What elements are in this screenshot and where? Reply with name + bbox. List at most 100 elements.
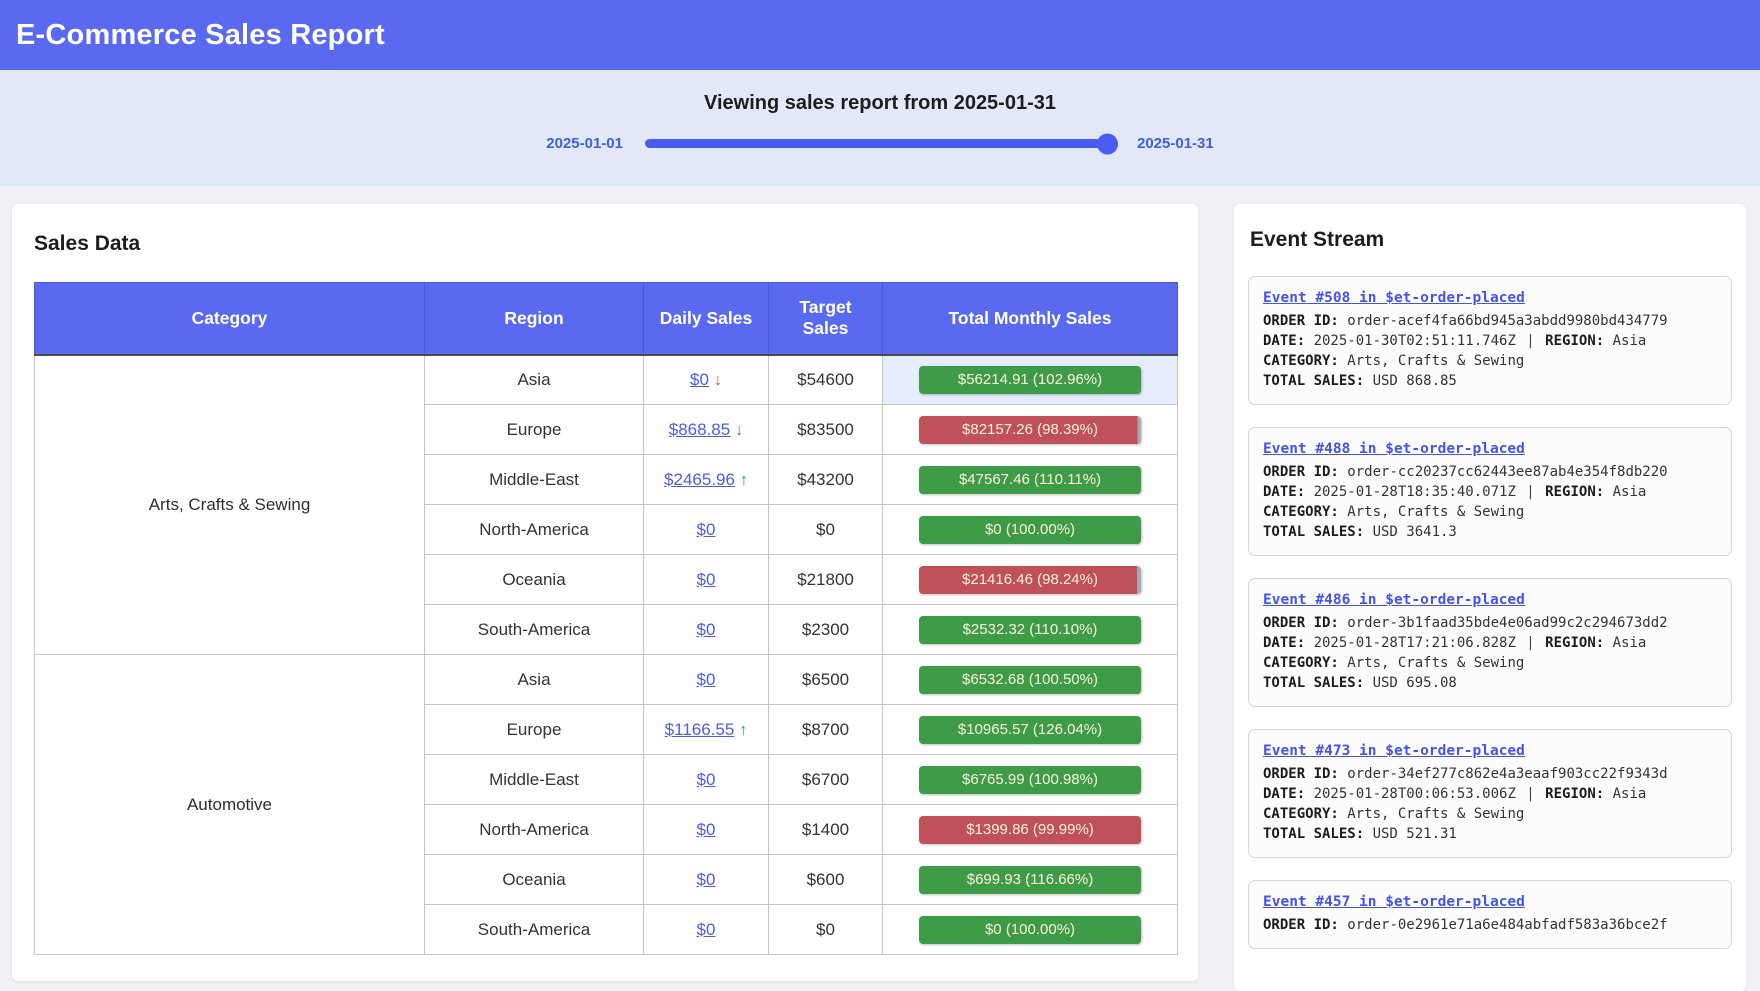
target-sales-cell: $8700	[769, 705, 883, 755]
date-value: 2025-01-28T17:21:06.828Z	[1314, 635, 1516, 651]
total-monthly-sales-cell: $82157.26 (98.39%)	[883, 405, 1178, 455]
daily-sales-link[interactable]: $0	[697, 920, 716, 939]
date-label: DATE:	[1263, 635, 1314, 651]
app-header: E-Commerce Sales Report	[0, 0, 1760, 70]
total-sales-value: USD 521.31	[1373, 826, 1457, 842]
event-detail-line: ORDER ID: order-cc20237cc62443ee87ab4e35…	[1263, 462, 1717, 482]
monthly-sales-badge: $82157.26 (98.39%)	[919, 416, 1141, 444]
event-detail-line: ORDER ID: order-0e2961e71a6e484abfadf583…	[1263, 915, 1717, 935]
order-id-value: order-acef4fa66bd945a3abdd9980bd434779	[1347, 313, 1667, 329]
order-id-label: ORDER ID:	[1263, 464, 1347, 480]
total-monthly-sales-cell: $47567.46 (110.11%)	[883, 455, 1178, 505]
daily-sales-link[interactable]: $2465.96	[664, 470, 735, 489]
trend-down-icon: ↓	[735, 422, 743, 439]
event-detail-line: TOTAL SALES: USD 868.85	[1263, 371, 1717, 391]
column-header-region: Region	[425, 283, 644, 355]
event-card: Event #473 in $et-order-placedORDER ID: …	[1248, 729, 1732, 858]
column-header-target-sales: Target Sales	[769, 283, 883, 355]
event-link[interactable]: Event #488 in $et-order-placed	[1263, 439, 1525, 459]
region-value: Asia	[1613, 635, 1647, 651]
trend-up-icon: ↑	[739, 722, 747, 739]
slider-max-label: 2025-01-31	[1137, 135, 1214, 152]
daily-sales-link[interactable]: $868.85	[669, 420, 730, 439]
sales-data-panel: Sales Data Category Region Daily Sales T…	[12, 204, 1198, 981]
event-detail-line: ORDER ID: order-3b1faad35bde4e06ad99c2c2…	[1263, 613, 1717, 633]
monthly-sales-badge: $6532.68 (100.50%)	[919, 666, 1141, 694]
target-sales-cell: $6500	[769, 655, 883, 705]
region-cell: Europe	[425, 405, 644, 455]
column-header-category: Category	[35, 283, 425, 355]
daily-sales-link[interactable]: $0	[697, 820, 716, 839]
daily-sales-link[interactable]: $1166.55	[665, 720, 735, 739]
daily-sales-link[interactable]: $0	[690, 370, 709, 389]
region-cell: North-America	[425, 805, 644, 855]
order-id-value: order-34ef277c862e4a3eaaf903cc22f9343d	[1347, 766, 1667, 782]
event-detail-line: DATE: 2025-01-28T18:35:40.071Z | REGION:…	[1263, 482, 1717, 502]
date-slider-thumb[interactable]	[1097, 133, 1118, 154]
total-monthly-sales-cell: $2532.32 (110.10%)	[883, 605, 1178, 655]
region-cell: Asia	[425, 655, 644, 705]
category-value: Arts, Crafts & Sewing	[1347, 655, 1524, 671]
monthly-sales-badge: $0 (100.00%)	[919, 916, 1141, 944]
event-card: Event #457 in $et-order-placed ORDER ID: …	[1248, 880, 1732, 949]
daily-sales-link[interactable]: $0	[697, 620, 716, 639]
order-id-label: ORDER ID:	[1263, 766, 1347, 782]
event-link[interactable]: Event #473 in $et-order-placed	[1263, 741, 1525, 761]
target-sales-cell: $83500	[769, 405, 883, 455]
daily-sales-link[interactable]: $0	[697, 770, 716, 789]
category-cell: Automotive	[35, 655, 425, 955]
column-header-total-monthly-sales: Total Monthly Sales	[883, 283, 1178, 355]
main-content: Sales Data Category Region Daily Sales T…	[0, 186, 1760, 991]
order-id-label: ORDER ID:	[1263, 917, 1347, 933]
order-id-label: ORDER ID:	[1263, 615, 1347, 631]
sales-data-heading: Sales Data	[34, 232, 1178, 256]
daily-sales-link[interactable]: $0	[697, 570, 716, 589]
event-detail-line: CATEGORY: Arts, Crafts & Sewing	[1263, 804, 1717, 824]
event-detail-line: ORDER ID: order-acef4fa66bd945a3abdd9980…	[1263, 311, 1717, 331]
event-card: Event #488 in $et-order-placed ORDER ID: …	[1248, 427, 1732, 556]
daily-sales-link[interactable]: $0	[697, 870, 716, 889]
total-sales-label: TOTAL SALES:	[1263, 373, 1373, 389]
total-sales-value: USD 695.08	[1373, 675, 1457, 691]
date-label: DATE:	[1263, 484, 1314, 500]
date-slider-row: 2025-01-01 2025-01-31	[0, 135, 1760, 152]
sales-table: Category Region Daily Sales Target Sales…	[34, 282, 1178, 955]
date-slider-track[interactable]	[645, 139, 1115, 148]
page-title: E-Commerce Sales Report	[16, 19, 385, 52]
daily-sales-link[interactable]: $0	[697, 670, 716, 689]
event-detail-line: TOTAL SALES: USD 695.08	[1263, 673, 1717, 693]
region-cell: Oceania	[425, 555, 644, 605]
event-detail-line: TOTAL SALES: USD 3641.3	[1263, 522, 1717, 542]
table-row: AutomotiveAsia$0$6500$6532.68 (100.50%)	[35, 655, 1178, 705]
total-sales-value: USD 3641.3	[1373, 524, 1457, 540]
daily-sales-link[interactable]: $0	[697, 520, 716, 539]
monthly-sales-badge: $56214.91 (102.96%)	[919, 366, 1141, 394]
category-cell: Arts, Crafts & Sewing	[35, 355, 425, 655]
total-monthly-sales-cell: $0 (100.00%)	[883, 505, 1178, 555]
daily-sales-cell: $0	[644, 805, 769, 855]
slider-min-label: 2025-01-01	[546, 135, 623, 152]
total-monthly-sales-cell: $0 (100.00%)	[883, 905, 1178, 955]
total-sales-value: USD 868.85	[1373, 373, 1457, 389]
region-value: Asia	[1613, 786, 1647, 802]
separator: |	[1516, 786, 1545, 802]
event-list: Event #508 in $et-order-placed ORDER ID: …	[1248, 276, 1732, 949]
event-link[interactable]: Event #457 in $et-order-placed	[1263, 892, 1525, 912]
total-sales-label: TOTAL SALES:	[1263, 826, 1373, 842]
region-cell: South-America	[425, 905, 644, 955]
category-label: CATEGORY:	[1263, 655, 1347, 671]
target-sales-cell: $54600	[769, 355, 883, 405]
event-detail-line: CATEGORY: Arts, Crafts & Sewing	[1263, 351, 1717, 371]
target-sales-cell: $0	[769, 905, 883, 955]
date-value: 2025-01-28T00:06:53.006Z	[1314, 786, 1516, 802]
total-monthly-sales-cell: $56214.91 (102.96%)	[883, 355, 1178, 405]
separator: |	[1516, 333, 1545, 349]
target-sales-cell: $21800	[769, 555, 883, 605]
report-date-title: Viewing sales report from 2025-01-31	[0, 92, 1760, 115]
event-link[interactable]: Event #486 in $et-order-placed	[1263, 590, 1525, 610]
event-link[interactable]: Event #508 in $et-order-placed	[1263, 288, 1525, 308]
target-sales-cell: $600	[769, 855, 883, 905]
region-label: REGION:	[1545, 635, 1612, 651]
region-cell: North-America	[425, 505, 644, 555]
order-id-value: order-0e2961e71a6e484abfadf583a36bce2f	[1347, 917, 1667, 933]
